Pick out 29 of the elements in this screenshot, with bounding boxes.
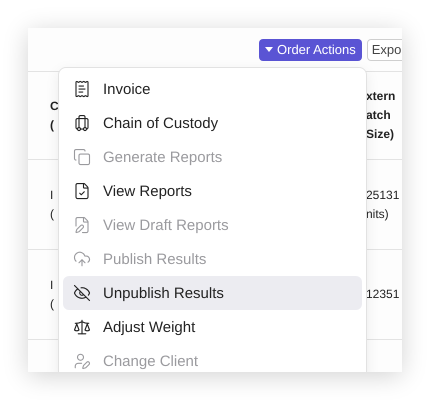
column-header: xtern xyxy=(366,88,396,105)
export-button[interactable]: Expo xyxy=(366,38,402,60)
scale-icon xyxy=(73,318,91,336)
table-cell-text: I xyxy=(50,276,54,294)
order-actions-button[interactable]: Order Actions xyxy=(259,38,362,60)
caret-icon xyxy=(265,47,273,52)
luggage-icon xyxy=(73,114,91,132)
user-pen-icon xyxy=(73,352,91,370)
menu-item[interactable]: Adjust Weight xyxy=(63,310,362,344)
column-header: Size) xyxy=(366,126,394,143)
menu-item[interactable]: Chain of Custody xyxy=(63,106,362,140)
table-cell-text: 25131 xyxy=(366,186,400,204)
cloud-upload-icon xyxy=(73,250,91,268)
table-cell-text: nits) xyxy=(366,206,389,222)
table-cell-text: ( xyxy=(50,206,54,222)
file-check-icon xyxy=(73,182,91,200)
menu-item[interactable]: View Reports xyxy=(63,174,362,208)
eye-off-icon xyxy=(73,284,91,302)
column-header: ( xyxy=(50,116,54,134)
copy-icon xyxy=(73,148,91,166)
table-cell-text: I xyxy=(50,186,54,204)
column-header: atch xyxy=(366,107,391,124)
table-cell-text: ( xyxy=(50,296,54,312)
menu-item[interactable]: Unpublish Results xyxy=(63,276,362,310)
column-header: C xyxy=(50,98,59,114)
file-pen-icon xyxy=(73,216,91,234)
menu-item[interactable]: Invoice xyxy=(63,72,362,106)
receipt-icon xyxy=(73,80,91,98)
table-cell-text: 12351 xyxy=(366,286,400,303)
